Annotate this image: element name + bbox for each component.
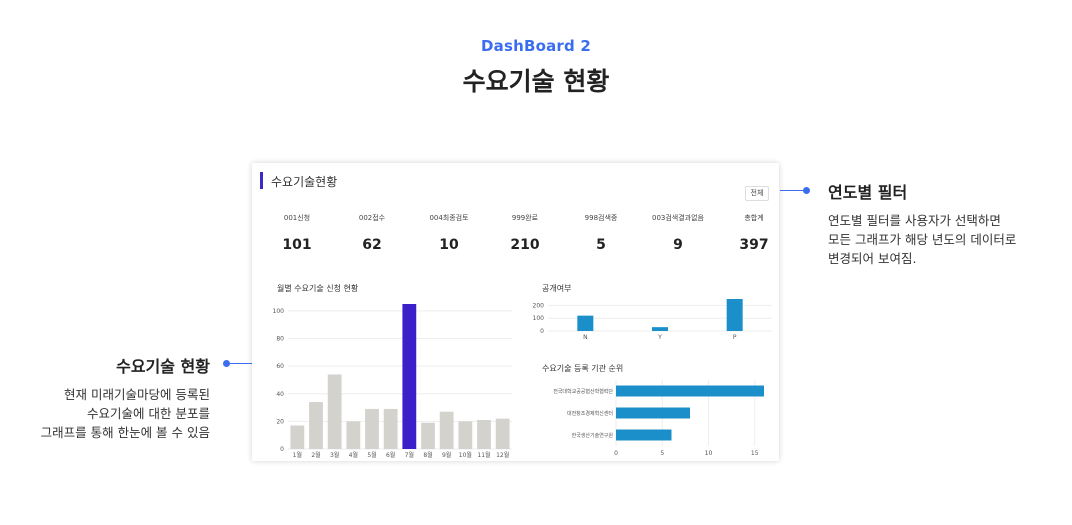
y-tick-label: 한국생산기술연구원 xyxy=(572,432,614,439)
stat-label: 004최종검토 xyxy=(429,214,469,222)
stat-label: 003검색결과없음 xyxy=(651,214,704,222)
x-tick-label: 5월 xyxy=(367,451,376,459)
dashboard-card: 수요기술현황 전체 001신청 101 002접수 62 004최종검토 10 … xyxy=(252,163,779,461)
y-tick-label: 100 xyxy=(533,315,545,322)
y-tick-label: 100 xyxy=(273,308,285,315)
org-ranking-chart: 0 5 10 15 전국대학교공공협산학협력단대전창조경제혁신센터한국생산기술연구원 xyxy=(553,380,764,457)
y-tick-label: 40 xyxy=(276,391,284,398)
bar xyxy=(346,421,361,449)
y-tick-label: 20 xyxy=(276,418,284,425)
bar xyxy=(616,385,764,397)
stat-item: 004최종검토 10 xyxy=(414,213,484,253)
stat-value: 101 xyxy=(282,237,312,253)
y-tick-label: 0 xyxy=(540,328,544,335)
bar xyxy=(383,408,398,449)
year-filter-button[interactable]: 전체 xyxy=(745,186,769,201)
bar xyxy=(477,420,491,449)
desc-line: 모든 그래프가 해당 년도의 데이터로 xyxy=(828,232,1017,247)
org-chart-title: 수요기술 등록 기관 순위 xyxy=(542,364,624,373)
stat-value: 5 xyxy=(596,237,606,253)
desc-line: 수요기술에 대한 분포를 xyxy=(87,406,210,421)
stat-item: 998검색중 5 xyxy=(566,213,636,253)
monthly-chart-title: 월별 수요기술 신청 현황 xyxy=(277,284,359,293)
x-tick-label: 10월 xyxy=(459,451,472,459)
bar xyxy=(652,327,668,331)
stat-value: 62 xyxy=(362,237,382,253)
desc-line: 변경되어 보여짐. xyxy=(828,251,917,266)
bar xyxy=(495,418,510,449)
desc-line: 그래프를 통해 한눈에 볼 수 있음 xyxy=(40,425,210,440)
stat-label: 999완료 xyxy=(511,214,539,222)
x-tick-label: 12월 xyxy=(496,451,509,459)
filter-callout-desc: 연도별 필터를 사용자가 선택하면 모든 그래프가 해당 년도의 데이터로 변경… xyxy=(828,211,1016,268)
x-tick-label: 7월 xyxy=(405,451,414,459)
y-tick-label: 60 xyxy=(276,363,284,370)
x-tick-label: P xyxy=(733,334,737,341)
stat-label: 998검색중 xyxy=(584,214,618,222)
bar xyxy=(290,425,305,449)
stat-item: 999완료 210 xyxy=(490,213,560,253)
x-tick-label: 2월 xyxy=(311,451,320,459)
bar xyxy=(577,315,594,331)
filter-callout-title: 연도별 필터 xyxy=(828,183,908,202)
y-tick-label: 0 xyxy=(280,446,284,453)
card-title: 수요기술현황 xyxy=(271,175,338,189)
bar xyxy=(439,411,454,449)
x-tick-label: 11월 xyxy=(477,451,490,459)
status-callout-desc: 현재 미래기술마당에 등록된 수요기술에 대한 분포를 그래프를 통해 한눈에 … xyxy=(41,385,210,442)
bar xyxy=(365,408,379,449)
stat-item: 002접수 62 xyxy=(337,213,407,253)
y-tick-label: 전국대학교공공협산학협력단 xyxy=(553,388,613,395)
x-tick-label: 1월 xyxy=(293,451,302,459)
stat-value: 397 xyxy=(739,237,769,253)
bar xyxy=(327,374,342,449)
dashboard-eyebrow: DashBoard 2 xyxy=(480,37,592,55)
card-title-accent xyxy=(260,172,263,189)
filter-callout-dot xyxy=(803,187,810,194)
x-tick-label: 0 xyxy=(614,450,618,457)
x-tick-label: 9월 xyxy=(442,451,451,459)
stat-label: 001신청 xyxy=(283,214,311,222)
x-tick-label: N xyxy=(583,334,588,341)
x-tick-label: Y xyxy=(657,334,662,341)
stat-value: 9 xyxy=(673,237,683,253)
bar xyxy=(402,304,417,449)
status-callout-title: 수요기술 현황 xyxy=(116,357,210,376)
bar xyxy=(458,421,473,449)
x-tick-label: 5 xyxy=(660,450,664,457)
bar xyxy=(616,407,690,419)
public-chart: 0 100 200 N Y P xyxy=(533,299,772,341)
x-tick-label: 3월 xyxy=(330,451,339,459)
x-tick-label: 10 xyxy=(705,450,713,457)
status-callout-line xyxy=(228,363,252,364)
bar xyxy=(726,299,743,331)
y-tick-label: 대전창조경제혁신센터 xyxy=(567,410,613,417)
stat-label: 총합계 xyxy=(744,214,764,222)
desc-line: 현재 미래기술마당에 등록된 xyxy=(64,387,210,402)
bar xyxy=(421,422,435,449)
desc-line: 연도별 필터를 사용자가 선택하면 xyxy=(828,213,1001,228)
bar xyxy=(616,429,672,441)
page-title: 수요기술 현황 xyxy=(462,67,610,96)
x-tick-label: 6월 xyxy=(386,451,395,459)
monthly-chart: 0 20 40 60 80 100 1월 2월 3월 4월 5월 6월 7월 8월 9월 10월 11월 12월 xyxy=(273,304,512,459)
stat-item: 001신청 101 xyxy=(262,213,332,253)
x-tick-label: 15 xyxy=(751,450,759,457)
stat-value: 10 xyxy=(439,237,459,253)
public-chart-title: 공개여부 xyxy=(542,284,572,293)
stat-item: 003검색결과없음 9 xyxy=(643,213,713,253)
stat-item: 총합계 397 xyxy=(719,213,789,253)
stat-value: 210 xyxy=(510,237,540,253)
x-tick-label: 8월 xyxy=(423,451,432,459)
bar xyxy=(309,402,323,449)
y-tick-label: 200 xyxy=(533,302,545,309)
stat-label: 002접수 xyxy=(358,214,386,222)
y-tick-label: 80 xyxy=(276,336,284,343)
x-tick-label: 4월 xyxy=(349,451,358,459)
